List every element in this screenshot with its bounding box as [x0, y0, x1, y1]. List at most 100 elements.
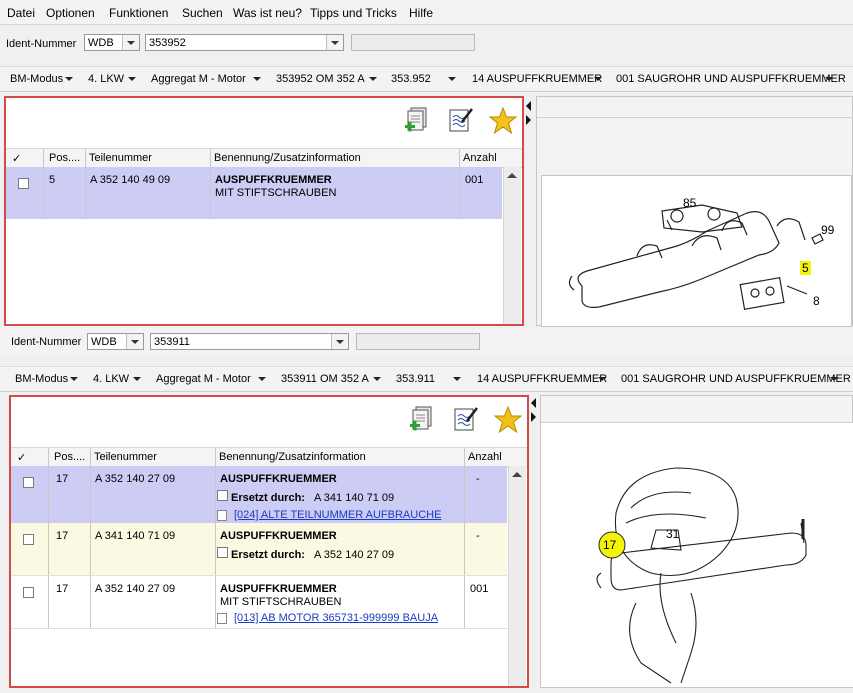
- menu-tipps-und-tricks[interactable]: Tipps und Tricks: [310, 6, 397, 20]
- table-row[interactable]: 17 A 341 140 71 09 AUSPUFFKRUEMMER Erset…: [11, 523, 507, 576]
- chevron-down-icon[interactable]: [448, 77, 456, 81]
- callout-5[interactable]: 5: [800, 261, 811, 275]
- scroll-up-icon[interactable]: [507, 173, 517, 178]
- row-pos: 17: [56, 473, 69, 485]
- crumb-class[interactable]: 4. LKW: [93, 373, 129, 385]
- menu-funktionen[interactable]: Funktionen: [109, 6, 168, 20]
- table-header-top: ✓ Pos.... Teilenummer Benennung/Zusatzin…: [6, 148, 522, 168]
- chevron-down-icon[interactable]: [594, 77, 602, 81]
- crumb-subgroup[interactable]: 001 SAUGROHR UND AUSPUFFKRUEMMER: [616, 73, 846, 85]
- row-note-link[interactable]: [013] AB MOTOR 365731-999999 BAUJA: [234, 612, 438, 624]
- callout-99[interactable]: 99: [821, 223, 834, 237]
- crumb-aggregate[interactable]: Aggregat M - Motor: [151, 73, 246, 85]
- crumb-model[interactable]: 353.952: [391, 73, 431, 85]
- chevron-down-icon[interactable]: [326, 35, 343, 50]
- header-pos[interactable]: Pos....: [49, 152, 80, 164]
- drawing-canvas-top[interactable]: 85 99 5 8: [541, 175, 852, 327]
- chevron-down-icon[interactable]: [825, 77, 833, 81]
- menu-suchen[interactable]: Suchen: [182, 6, 223, 20]
- ident-number-input[interactable]: 353952: [145, 34, 344, 51]
- chevron-down-icon[interactable]: [126, 334, 143, 349]
- vertical-splitter[interactable]: [524, 96, 534, 326]
- edit-notes-icon[interactable]: [446, 106, 476, 136]
- arrow-icons[interactable]: [530, 397, 538, 425]
- row-checkbox[interactable]: [23, 587, 34, 598]
- add-document-icon[interactable]: [407, 405, 437, 435]
- row-pos: 17: [56, 583, 69, 595]
- row-name: AUSPUFFKRUEMMER: [220, 473, 337, 485]
- replacement-checkbox[interactable]: [217, 547, 228, 558]
- table-scrollbar[interactable]: [503, 167, 521, 324]
- crumb-subgroup[interactable]: 001 SAUGROHR UND AUSPUFFKRUEMMER: [621, 373, 851, 385]
- ident-prefix-select[interactable]: WDB: [87, 333, 144, 350]
- row-checkbox[interactable]: [23, 534, 34, 545]
- crumb-class[interactable]: 4. LKW: [88, 73, 124, 85]
- star-icon[interactable]: [493, 405, 523, 435]
- chevron-down-icon[interactable]: [133, 377, 141, 381]
- callout-17[interactable]: 17: [603, 538, 616, 552]
- drawing-canvas-bottom[interactable]: 17 31: [541, 423, 853, 687]
- header-description[interactable]: Benennung/Zusatzinformation: [219, 451, 366, 463]
- crumb-group[interactable]: 14 AUSPUFFKRUEMMER: [472, 73, 602, 85]
- table-scrollbar[interactable]: [508, 466, 526, 686]
- chevron-down-icon[interactable]: [70, 377, 78, 381]
- crumb-engine[interactable]: 353911 OM 352 A: [281, 373, 369, 385]
- ident-number-input[interactable]: 353911: [150, 333, 349, 350]
- vertical-splitter[interactable]: [529, 395, 539, 688]
- chevron-down-icon[interactable]: [128, 77, 136, 81]
- chevron-down-icon[interactable]: [373, 377, 381, 381]
- chevron-down-icon[interactable]: [65, 77, 73, 81]
- crumb-engine[interactable]: 353952 OM 352 A: [276, 73, 365, 85]
- chevron-down-icon[interactable]: [830, 377, 838, 381]
- row-checkbox[interactable]: [18, 178, 29, 189]
- row-pos: 17: [56, 530, 69, 542]
- add-document-icon[interactable]: [402, 106, 432, 136]
- header-quantity[interactable]: Anzahl: [468, 451, 502, 463]
- callout-85[interactable]: 85: [683, 196, 696, 210]
- replaced-part-number[interactable]: A 352 140 27 09: [314, 549, 394, 561]
- arrow-icons[interactable]: [525, 100, 533, 128]
- header-check: ✓: [17, 452, 27, 464]
- row-quantity: -: [476, 473, 480, 485]
- header-part-number[interactable]: Teilenummer: [94, 451, 157, 463]
- edit-notes-icon[interactable]: [451, 405, 481, 435]
- table-row[interactable]: 17 A 352 140 27 09 AUSPUFFKRUEMMER MIT S…: [11, 576, 507, 629]
- menu-datei[interactable]: Datei: [7, 6, 35, 20]
- crumb-mode[interactable]: BM-Modus: [10, 73, 63, 85]
- callout-8[interactable]: 8: [813, 294, 820, 308]
- menu-was-ist-neu[interactable]: Was ist neu?: [233, 6, 302, 20]
- crumb-mode[interactable]: BM-Modus: [15, 373, 68, 385]
- header-quantity[interactable]: Anzahl: [463, 152, 497, 164]
- row-note-link[interactable]: [024] ALTE TEILNUMMER AUFBRAUCHE: [234, 509, 441, 521]
- callout-31[interactable]: 31: [666, 527, 679, 541]
- chevron-down-icon[interactable]: [258, 377, 266, 381]
- replaced-part-number[interactable]: A 341 140 71 09: [314, 492, 394, 504]
- replacement-checkbox[interactable]: [217, 490, 228, 501]
- scroll-up-icon[interactable]: [512, 472, 522, 477]
- chevron-down-icon[interactable]: [369, 77, 377, 81]
- chevron-down-icon[interactable]: [453, 377, 461, 381]
- table-row[interactable]: 17 A 352 140 27 09 AUSPUFFKRUEMMER Erset…: [11, 466, 507, 523]
- turbo-manifold-drawing: [596, 467, 807, 684]
- header-part-number[interactable]: Teilenummer: [89, 152, 152, 164]
- chevron-down-icon[interactable]: [253, 77, 261, 81]
- row-quantity: 001: [470, 583, 489, 595]
- crumb-aggregate[interactable]: Aggregat M - Motor: [156, 373, 251, 385]
- star-icon[interactable]: [488, 106, 518, 136]
- crumb-group[interactable]: 14 AUSPUFFKRUEMMER: [477, 373, 607, 385]
- ident-label: Ident-Nummer: [6, 38, 77, 50]
- menu-hilfe[interactable]: Hilfe: [409, 6, 433, 20]
- crumb-model[interactable]: 353.911: [396, 373, 435, 385]
- header-description[interactable]: Benennung/Zusatzinformation: [214, 152, 361, 164]
- header-pos[interactable]: Pos....: [54, 451, 85, 463]
- ident-number-value: 353911: [154, 336, 190, 348]
- exhaust-manifold-drawing: [568, 204, 824, 310]
- chevron-down-icon[interactable]: [331, 334, 348, 349]
- ident-prefix-value: WDB: [91, 336, 117, 348]
- row-checkbox[interactable]: [23, 477, 34, 488]
- menu-optionen[interactable]: Optionen: [46, 6, 95, 20]
- chevron-down-icon[interactable]: [122, 35, 139, 50]
- table-row[interactable]: 5 A 352 140 49 09 AUSPUFFKRUEMMER MIT ST…: [6, 167, 502, 219]
- ident-prefix-select[interactable]: WDB: [84, 34, 140, 51]
- chevron-down-icon[interactable]: [598, 377, 606, 381]
